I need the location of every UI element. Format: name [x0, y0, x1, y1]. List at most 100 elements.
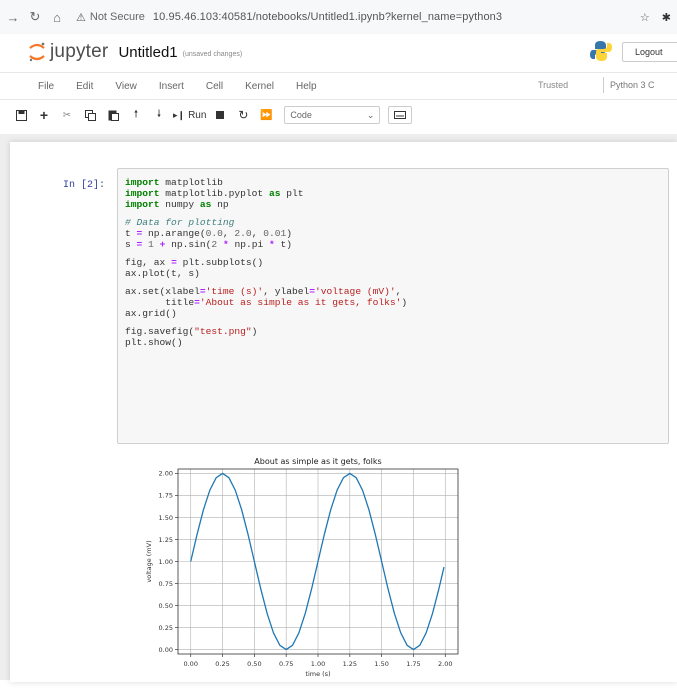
command-palette-button[interactable] [388, 106, 413, 124]
restart-run-all-button[interactable]: ⏩ [257, 105, 275, 125]
code-token: as [199, 199, 212, 210]
x-tick-label: 0.25 [215, 660, 229, 668]
insert-cell-button[interactable]: + [35, 105, 53, 125]
warning-icon: ⚠ [76, 11, 86, 24]
code-token: ax.grid() [125, 308, 177, 319]
browser-toolbar: → ↻ ⌂ ⚠ Not Secure 10.95.46.103:40581/no… [0, 0, 677, 35]
x-tick-label: 1.25 [343, 660, 357, 668]
x-tick-label: 1.00 [311, 660, 325, 668]
chart-title: About as simple as it gets, folks [254, 457, 381, 466]
code-token: import [125, 199, 160, 210]
y-axis-label: voltage (mV) [145, 540, 153, 582]
code-token: np.arange( [142, 228, 206, 239]
notebook-title[interactable]: Untitled1 [118, 44, 177, 61]
save-status: (unsaved changes) [182, 50, 243, 58]
code-token: , ylabel [263, 286, 310, 297]
code-token: "test.png" [194, 326, 252, 337]
code-token: 0.01 [263, 228, 287, 239]
url-text[interactable]: 10.95.46.103:40581/notebooks/Untitled1.i… [153, 11, 502, 23]
x-tick-label: 1.50 [374, 660, 388, 668]
menu-insert[interactable]: Insert [159, 81, 184, 92]
code-token: fig.savefig( [125, 326, 195, 337]
cell-type-value: Code [290, 110, 312, 120]
x-axis-label: time (s) [305, 670, 330, 678]
paste-button[interactable] [104, 105, 122, 125]
code-token: matplotlib.pyplot [159, 188, 269, 199]
logout-button[interactable]: Logout [622, 42, 677, 62]
back-arrow-icon[interactable]: → [2, 10, 24, 25]
code-line: fig, ax = plt.subplots() [125, 257, 668, 268]
menu-cell[interactable]: Cell [206, 81, 223, 92]
menu-edit[interactable]: Edit [76, 81, 93, 92]
code-token: , [395, 286, 402, 297]
code-token: fig, ax [125, 257, 172, 268]
cut-button[interactable]: ✂ [58, 105, 76, 125]
code-token: t) [274, 239, 293, 250]
move-down-button[interactable]: 🠗 [150, 105, 168, 125]
stop-icon [216, 111, 225, 119]
code-line: # Data for plotting [125, 217, 668, 228]
jupyter-logo-icon [29, 42, 45, 62]
x-tick-label: 0.75 [279, 660, 293, 668]
home-icon[interactable]: ⌂ [46, 10, 68, 25]
code-token: 2.0 [234, 228, 252, 239]
menu-kernel[interactable]: Kernel [245, 81, 274, 92]
code-token: matplotlib [159, 177, 223, 188]
restart-button[interactable]: ↻ [234, 105, 252, 125]
trusted-badge[interactable]: Trusted [530, 77, 576, 93]
code-cell-input[interactable]: import matplotlib import matplotlib.pyplo… [117, 168, 669, 444]
menu-help[interactable]: Help [296, 81, 317, 92]
cell-type-select[interactable]: Code ⌄ [284, 106, 381, 124]
code-line: ax.grid() [125, 308, 668, 319]
code-token: import [125, 188, 160, 199]
jupyter-header: jupyter Untitled1 (unsaved changes) Logo… [0, 34, 677, 70]
code-line: ax.plot(t, s) [125, 268, 668, 279]
move-up-button[interactable]: 🠕 [127, 105, 145, 125]
code-token: ax.plot(t, s) [125, 268, 200, 279]
notebook-toolbar: + ✂ 🠕 🠗 ▸❙ Run ↻ ⏩ Code ⌄ [0, 102, 677, 128]
interrupt-button[interactable] [211, 105, 229, 125]
y-tick-label: 1.50 [159, 514, 173, 522]
menu-file[interactable]: File [38, 81, 54, 92]
save-button[interactable] [12, 105, 30, 125]
jupyter-logo[interactable]: jupyter [28, 41, 108, 63]
code-token: np.sin( [165, 239, 212, 250]
y-tick-label: 1.25 [159, 536, 173, 544]
y-tick-label: 1.00 [159, 558, 173, 566]
x-tick-label: 0.00 [183, 660, 197, 668]
y-tick-label: 2.00 [159, 470, 173, 478]
y-tick-label: 0.50 [159, 602, 173, 610]
fast-forward-icon: ⏩ [260, 109, 273, 121]
line-chart: 0.00 0.25 0.50 0.75 1.00 1.25 1.50 1.75 2.00 0.00… [145, 457, 459, 678]
code-token: 'About as simple as it gets, folks' [199, 297, 402, 308]
notebook-container: In [2]: import matplotlib import matplotl… [0, 134, 677, 682]
menu-view[interactable]: View [115, 81, 137, 92]
copy-button[interactable] [81, 105, 99, 125]
keyboard-icon [394, 111, 407, 119]
code-token: t [125, 228, 137, 239]
code-line: import matplotlib [125, 177, 668, 188]
bookmark-star-icon[interactable]: ☆ [640, 11, 650, 24]
arrow-down-icon: 🠗 [156, 108, 162, 120]
code-line: t = np.arange(0.0, 2.0, 0.01) [125, 228, 668, 239]
code-token: numpy [159, 199, 200, 210]
code-line: title='About as simple as it gets, folks… [125, 297, 668, 308]
address-bar[interactable]: ⚠ Not Secure 10.95.46.103:40581/notebook… [76, 11, 640, 24]
chevron-down-icon: ⌄ [366, 109, 375, 120]
code-line: plt.show() [125, 337, 668, 348]
code-line: import numpy as np [125, 199, 668, 210]
x-tick-label: 2.00 [438, 660, 452, 668]
code-line: fig.savefig("test.png") [125, 326, 668, 337]
x-tick-label: 1.75 [406, 660, 420, 668]
reload-icon[interactable]: ↻ [24, 9, 46, 25]
code-line: import matplotlib.pyplot as plt [125, 188, 668, 199]
extensions-icon[interactable]: ✱ [662, 11, 671, 24]
y-tick-label: 0.75 [159, 580, 173, 588]
run-button[interactable]: ▸❙ Run [173, 105, 206, 125]
jupyter-logo-text: jupyter [50, 41, 109, 62]
notebook-page: In [2]: import matplotlib import matplotl… [10, 142, 677, 682]
code-token: np.pi [228, 239, 270, 250]
